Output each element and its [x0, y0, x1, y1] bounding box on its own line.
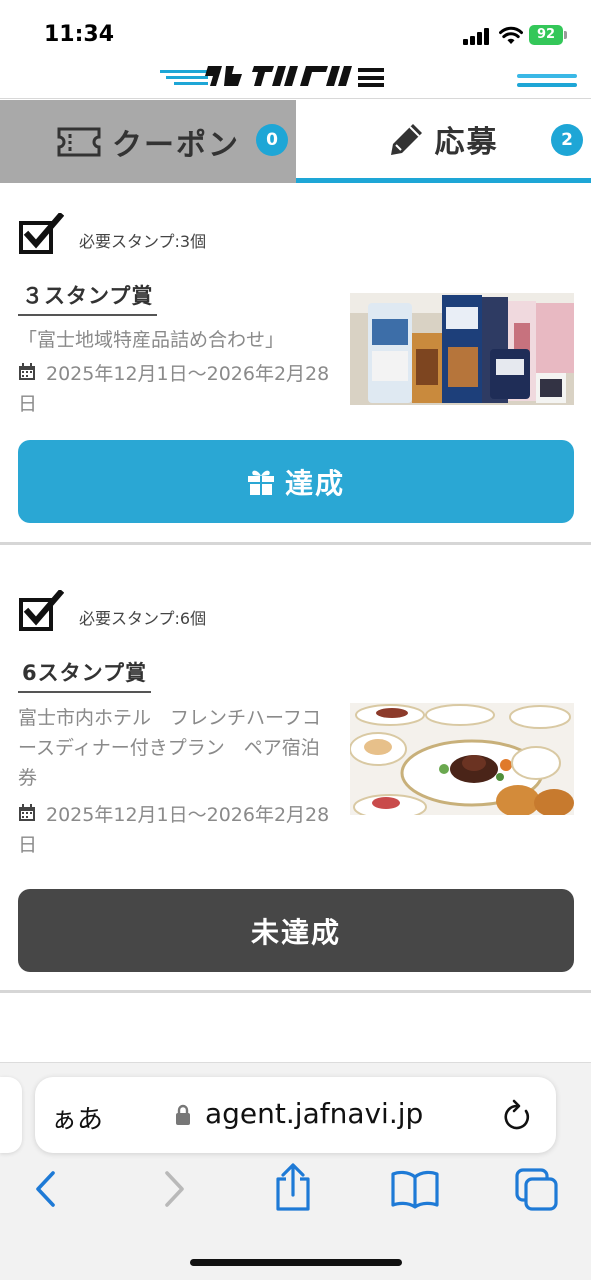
tab-bar: クーポン 0 応募 2 [0, 100, 591, 183]
app-header [0, 66, 591, 99]
address-bar[interactable]: ぁあ agent.jafnavi.jp [35, 1077, 556, 1153]
pencil-icon [390, 124, 422, 155]
unachieved-button-label: 未達成 [250, 915, 341, 949]
prize-description: 「富士地域特産品詰め合わせ」 [18, 329, 285, 351]
prize-title: 6スタンプ賞 [18, 657, 151, 693]
prize-period-text: 2025年12月1日～2026年2月28日 [18, 363, 330, 415]
status-time: 11:34 [44, 22, 115, 47]
prize-period: 2025年12月1日～2026年2月28日 [18, 359, 338, 419]
back-icon[interactable] [32, 1169, 60, 1209]
lock-icon [176, 1104, 190, 1125]
tabs-icon[interactable] [514, 1167, 560, 1213]
gift-icon [247, 470, 274, 495]
home-indicator [190, 1259, 402, 1266]
prize-description: 富士市内ホテル フレンチハーフコースディナー付きプラン ペア宿泊券 [18, 707, 321, 789]
logo[interactable] [160, 66, 385, 88]
battery-level: 92 [529, 25, 563, 45]
checkbox-checked-icon [19, 590, 64, 631]
status-bar: 11:34 92 [0, 0, 591, 66]
url-text[interactable]: agent.jafnavi.jp [205, 1097, 423, 1130]
achieved-button-label: 達成 [284, 466, 345, 500]
calendar-icon [19, 804, 35, 821]
tab-apply[interactable]: 応募 2 [296, 100, 591, 183]
ticket-icon [57, 127, 101, 156]
tab-coupon[interactable]: クーポン 0 [0, 100, 296, 183]
unachieved-button[interactable]: 未達成 [18, 889, 574, 972]
apply-count-badge: 2 [551, 124, 583, 156]
prize-list: 必要スタンプ:3個 ３スタンプ賞 「富士地域特産品詰め合わせ」 2025年12月… [0, 183, 591, 993]
wifi-icon [499, 26, 523, 44]
stamp-requirement: 必要スタンプ:6個 [79, 609, 207, 628]
menu-icon[interactable] [517, 74, 577, 88]
signal-icon [463, 27, 491, 45]
tab-coupon-label: クーポン [112, 127, 240, 163]
prize-period: 2025年12月1日～2026年2月28日 [18, 800, 338, 860]
reload-icon[interactable] [501, 1099, 533, 1133]
previous-tab-stub[interactable] [0, 1077, 22, 1153]
forward-icon[interactable] [160, 1169, 188, 1209]
page-settings-button[interactable]: ぁあ [51, 1099, 103, 1136]
share-icon[interactable] [272, 1163, 314, 1213]
prize-card: 必要スタンプ:3個 ３スタンプ賞 「富士地域特産品詰め合わせ」 2025年12月… [0, 183, 591, 545]
prize-card: 必要スタンプ:6個 6スタンプ賞 富士市内ホテル フレンチハーフコースディナー付… [0, 545, 591, 993]
achieved-button[interactable]: 達成 [18, 440, 574, 523]
calendar-icon [19, 363, 35, 380]
prize-image-specialty-products[interactable] [350, 293, 574, 405]
prize-period-text: 2025年12月1日～2026年2月28日 [18, 804, 330, 856]
checkbox-checked-icon [19, 213, 64, 254]
prize-title: ３スタンプ賞 [18, 280, 158, 316]
tab-apply-label: 応募 [434, 125, 499, 160]
prize-image-french-dinner[interactable] [350, 703, 574, 815]
coupon-count-badge: 0 [256, 124, 288, 156]
stamp-requirement: 必要スタンプ:3個 [79, 232, 207, 251]
browser-bar: ぁあ agent.jafnavi.jp [0, 1062, 591, 1280]
battery-icon: 92 [529, 25, 567, 45]
bookmarks-icon[interactable] [390, 1169, 440, 1209]
